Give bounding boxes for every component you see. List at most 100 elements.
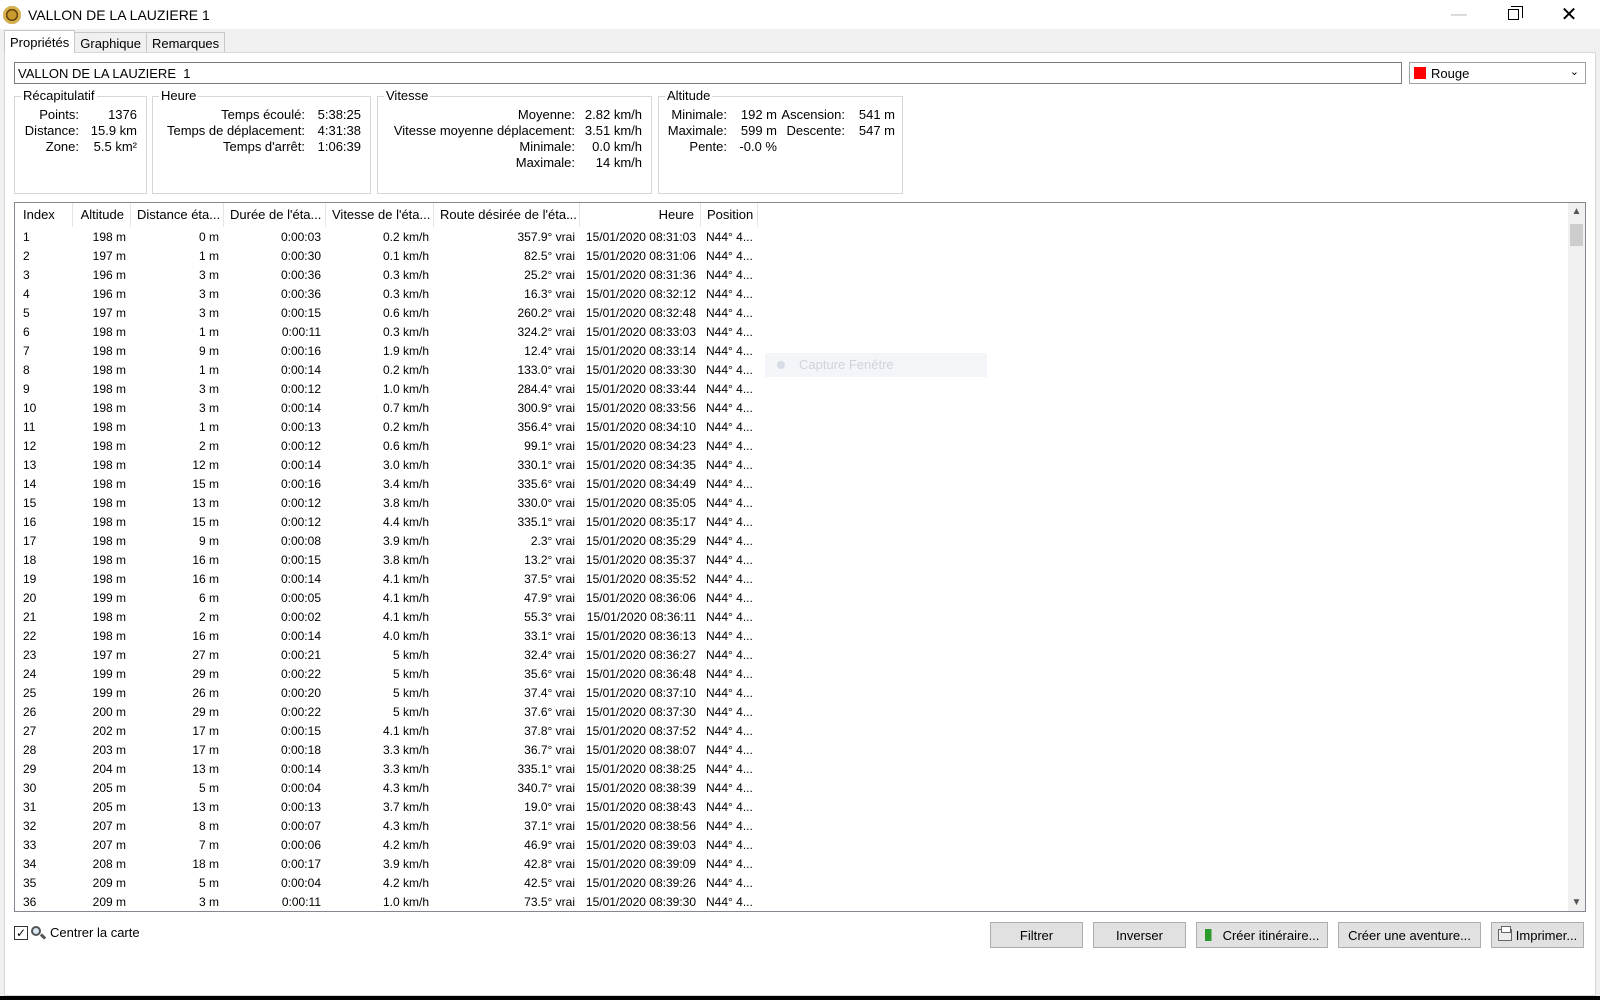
column-header[interactable]: Distance éta... [131, 203, 224, 227]
table-cell: 198 m [92, 363, 126, 377]
table-cell: N44° 4... [706, 306, 753, 320]
table-row[interactable]: 30 205 m 5 m 0:00:04 4.3 km/h 340.7° vrai 15/0… [15, 779, 758, 798]
table-cell: 37.8° vrai [524, 724, 575, 738]
table-row[interactable]: 2 197 m 1 m 0:00:30 0.1 km/h 82.5° vrai 15/01/… [15, 247, 758, 266]
table-cell: 15/01/2020 08:34:10 [585, 420, 696, 434]
table-row[interactable]: 3 196 m 3 m 0:00:36 0.3 km/h 25.2° vrai 15/01/… [15, 266, 758, 285]
table-row[interactable]: 21 198 m 2 m 0:00:02 4.1 km/h 55.3° vrai 15/01… [15, 608, 758, 627]
table-cell: 5 m [198, 781, 219, 795]
table-row[interactable]: 29 204 m 13 m 0:00:14 3.3 km/h 335.1° vrai 15/… [15, 760, 758, 779]
table-row[interactable]: 32 207 m 8 m 0:00:07 4.3 km/h 37.1° vrai 15/01… [15, 817, 758, 836]
color-swatch [1414, 67, 1426, 79]
center-map-checkbox[interactable]: ✓ [14, 925, 28, 940]
table-row[interactable]: 27 202 m 17 m 0:00:15 4.1 km/h 37.8° vrai 15/0… [15, 722, 758, 741]
table-row[interactable]: 15 198 m 13 m 0:00:12 3.8 km/h 330.0° vrai 15/… [15, 494, 758, 513]
tab-remarks[interactable]: Remarques [145, 32, 226, 53]
table-cell: 5 km/h [392, 667, 429, 681]
table-cell: 5 m [198, 876, 219, 890]
scroll-down-icon[interactable]: ▼ [1568, 894, 1585, 911]
table-row[interactable]: 25 199 m 26 m 0:00:20 5 km/h 37.4° vrai 15/01/… [15, 684, 758, 703]
restore-button[interactable] [1490, 0, 1536, 29]
table-cell: 37.1° vrai [524, 819, 575, 833]
create-adventure-button[interactable]: Créer une aventure... [1338, 922, 1481, 948]
table-cell: 207 m [92, 838, 126, 852]
table-cell: 340.7° vrai [517, 781, 576, 795]
stopped-time-value: 1:06:39 [317, 139, 361, 154]
tab-graph[interactable]: Graphique [74, 32, 147, 53]
table-cell: 0:00:30 [280, 249, 321, 263]
table-cell: 15/01/2020 08:31:06 [585, 249, 696, 263]
table-cell: 55.3° vrai [524, 610, 575, 624]
column-header[interactable]: Heure [580, 203, 701, 227]
minimize-button[interactable]: — [1436, 0, 1482, 29]
table-cell: 15/01/2020 08:35:29 [585, 534, 696, 548]
table-cell: 284.4° vrai [517, 382, 576, 396]
table-row[interactable]: 1 198 m 0 m 0:00:03 0.2 km/h 357.9° vrai 15/01… [15, 228, 758, 247]
table-row[interactable]: 10 198 m 3 m 0:00:14 0.7 km/h 300.9° vrai 15/0… [15, 399, 758, 418]
table-row[interactable]: 11 198 m 1 m 0:00:13 0.2 km/h 356.4° vrai 15/0… [15, 418, 758, 437]
trackpoint-table[interactable]: Index Altitude Distance éta... Durée de l'é… [14, 202, 1586, 912]
column-header[interactable]: Vitesse de l'éta... [326, 203, 434, 227]
table-row[interactable]: 18 198 m 16 m 0:00:15 3.8 km/h 13.2° vrai 15/0… [15, 551, 758, 570]
table-row[interactable]: 14 198 m 15 m 0:00:16 3.4 km/h 335.6° vrai 15/… [15, 475, 758, 494]
center-map-option[interactable]: ✓ Centrer la carte [14, 925, 140, 940]
scrollbar-thumb[interactable] [1570, 224, 1583, 246]
table-row[interactable]: 22 198 m 16 m 0:00:14 4.0 km/h 33.1° vrai 15/0… [15, 627, 758, 646]
close-button[interactable]: ✕ [1546, 0, 1592, 29]
table-cell: 17 m [192, 724, 219, 738]
table-row[interactable]: 23 197 m 27 m 0:00:21 5 km/h 32.4° vrai 15/01/… [15, 646, 758, 665]
table-row[interactable]: 35 209 m 5 m 0:00:04 4.2 km/h 42.5° vrai 15/01… [15, 874, 758, 893]
table-row[interactable]: 13 198 m 12 m 0:00:14 3.0 km/h 330.1° vrai 15/… [15, 456, 758, 475]
table-row[interactable]: 7 198 m 9 m 0:00:16 1.9 km/h 12.4° vrai 15/01/… [15, 342, 758, 361]
column-header[interactable]: Position [701, 203, 758, 227]
column-header[interactable]: Index [15, 203, 73, 227]
table-row[interactable]: 4 196 m 3 m 0:00:36 0.3 km/h 16.3° vrai 15/01/… [15, 285, 758, 304]
table-row[interactable]: 6 198 m 1 m 0:00:11 0.3 km/h 324.2° vrai 15/01… [15, 323, 758, 342]
table-row[interactable]: 17 198 m 9 m 0:00:08 3.9 km/h 2.3° vrai 15/01/… [15, 532, 758, 551]
table-row[interactable]: 28 203 m 17 m 0:00:18 3.3 km/h 36.7° vrai 15/0… [15, 741, 758, 760]
table-row[interactable]: 16 198 m 15 m 0:00:12 4.4 km/h 335.1° vrai 15/… [15, 513, 758, 532]
table-row[interactable]: 31 205 m 13 m 0:00:13 3.7 km/h 19.0° vrai 15/0… [15, 798, 758, 817]
table-row[interactable]: 26 200 m 29 m 0:00:22 5 km/h 37.6° vrai 15/01/… [15, 703, 758, 722]
table-row[interactable]: 36 209 m 3 m 0:00:11 1.0 km/h 73.5° vrai 15/01… [15, 893, 758, 911]
table-cell: 4 [23, 287, 30, 301]
table-cell: 29 [23, 762, 37, 776]
table-row[interactable]: 5 197 m 3 m 0:00:15 0.6 km/h 260.2° vrai 15/01… [15, 304, 758, 323]
table-row[interactable]: 12 198 m 2 m 0:00:12 0.6 km/h 99.1° vrai 15/01… [15, 437, 758, 456]
table-row[interactable]: 8 198 m 1 m 0:00:14 0.2 km/h 133.0° vrai 15/01… [15, 361, 758, 380]
table-cell: 1.0 km/h [382, 895, 429, 909]
table-cell: N44° 4... [706, 819, 753, 833]
table-cell: 3.0 km/h [382, 458, 429, 472]
create-route-button[interactable]: Créer itinéraire... [1196, 922, 1328, 948]
print-button[interactable]: Imprimer... [1491, 922, 1584, 948]
table-row[interactable]: 19 198 m 16 m 0:00:14 4.1 km/h 37.5° vrai 15/0… [15, 570, 758, 589]
table-cell: N44° 4... [706, 667, 753, 681]
table-row[interactable]: 9 198 m 3 m 0:00:12 1.0 km/h 284.4° vrai 15/01… [15, 380, 758, 399]
moving-avg-speed-value: 3.51 km/h [584, 123, 642, 138]
filter-button[interactable]: Filtrer [990, 922, 1083, 948]
column-header[interactable]: Route désirée de l'éta... [434, 203, 580, 227]
invert-button[interactable]: Inverser [1093, 922, 1186, 948]
table-cell: 204 m [92, 762, 126, 776]
descent-value: 547 m [858, 123, 895, 138]
center-map-label: Centrer la carte [50, 925, 140, 940]
column-header[interactable]: Altitude [73, 203, 131, 227]
table-cell: N44° 4... [706, 249, 753, 263]
table-cell: 15/01/2020 08:33:44 [585, 382, 696, 396]
table-cell: 16 m [192, 553, 219, 567]
table-cell: 15/01/2020 08:34:23 [585, 439, 696, 453]
column-header[interactable]: Durée de l'éta... [224, 203, 326, 227]
color-dropdown[interactable]: Rouge ⌄ [1409, 62, 1586, 84]
vertical-scrollbar[interactable]: ▲ ▼ [1568, 203, 1585, 911]
table-row[interactable]: 24 199 m 29 m 0:00:22 5 km/h 35.6° vrai 15/01/… [15, 665, 758, 684]
scroll-up-icon[interactable]: ▲ [1568, 203, 1585, 220]
elapsed-time-label: Temps écoulé: [221, 107, 305, 122]
table-row[interactable]: 34 208 m 18 m 0:00:17 3.9 km/h 42.8° vrai 15/0… [15, 855, 758, 874]
table-row[interactable]: 33 207 m 7 m 0:00:06 4.2 km/h 46.9° vrai 15/01… [15, 836, 758, 855]
table-cell: 37.5° vrai [524, 572, 575, 586]
table-row[interactable]: 20 199 m 6 m 0:00:05 4.1 km/h 47.9° vrai 15/01… [15, 589, 758, 608]
table-cell: 0:00:14 [280, 458, 321, 472]
table-cell: N44° 4... [706, 838, 753, 852]
tab-properties[interactable]: Propriétés [4, 30, 76, 53]
track-name-input[interactable] [14, 62, 1402, 84]
